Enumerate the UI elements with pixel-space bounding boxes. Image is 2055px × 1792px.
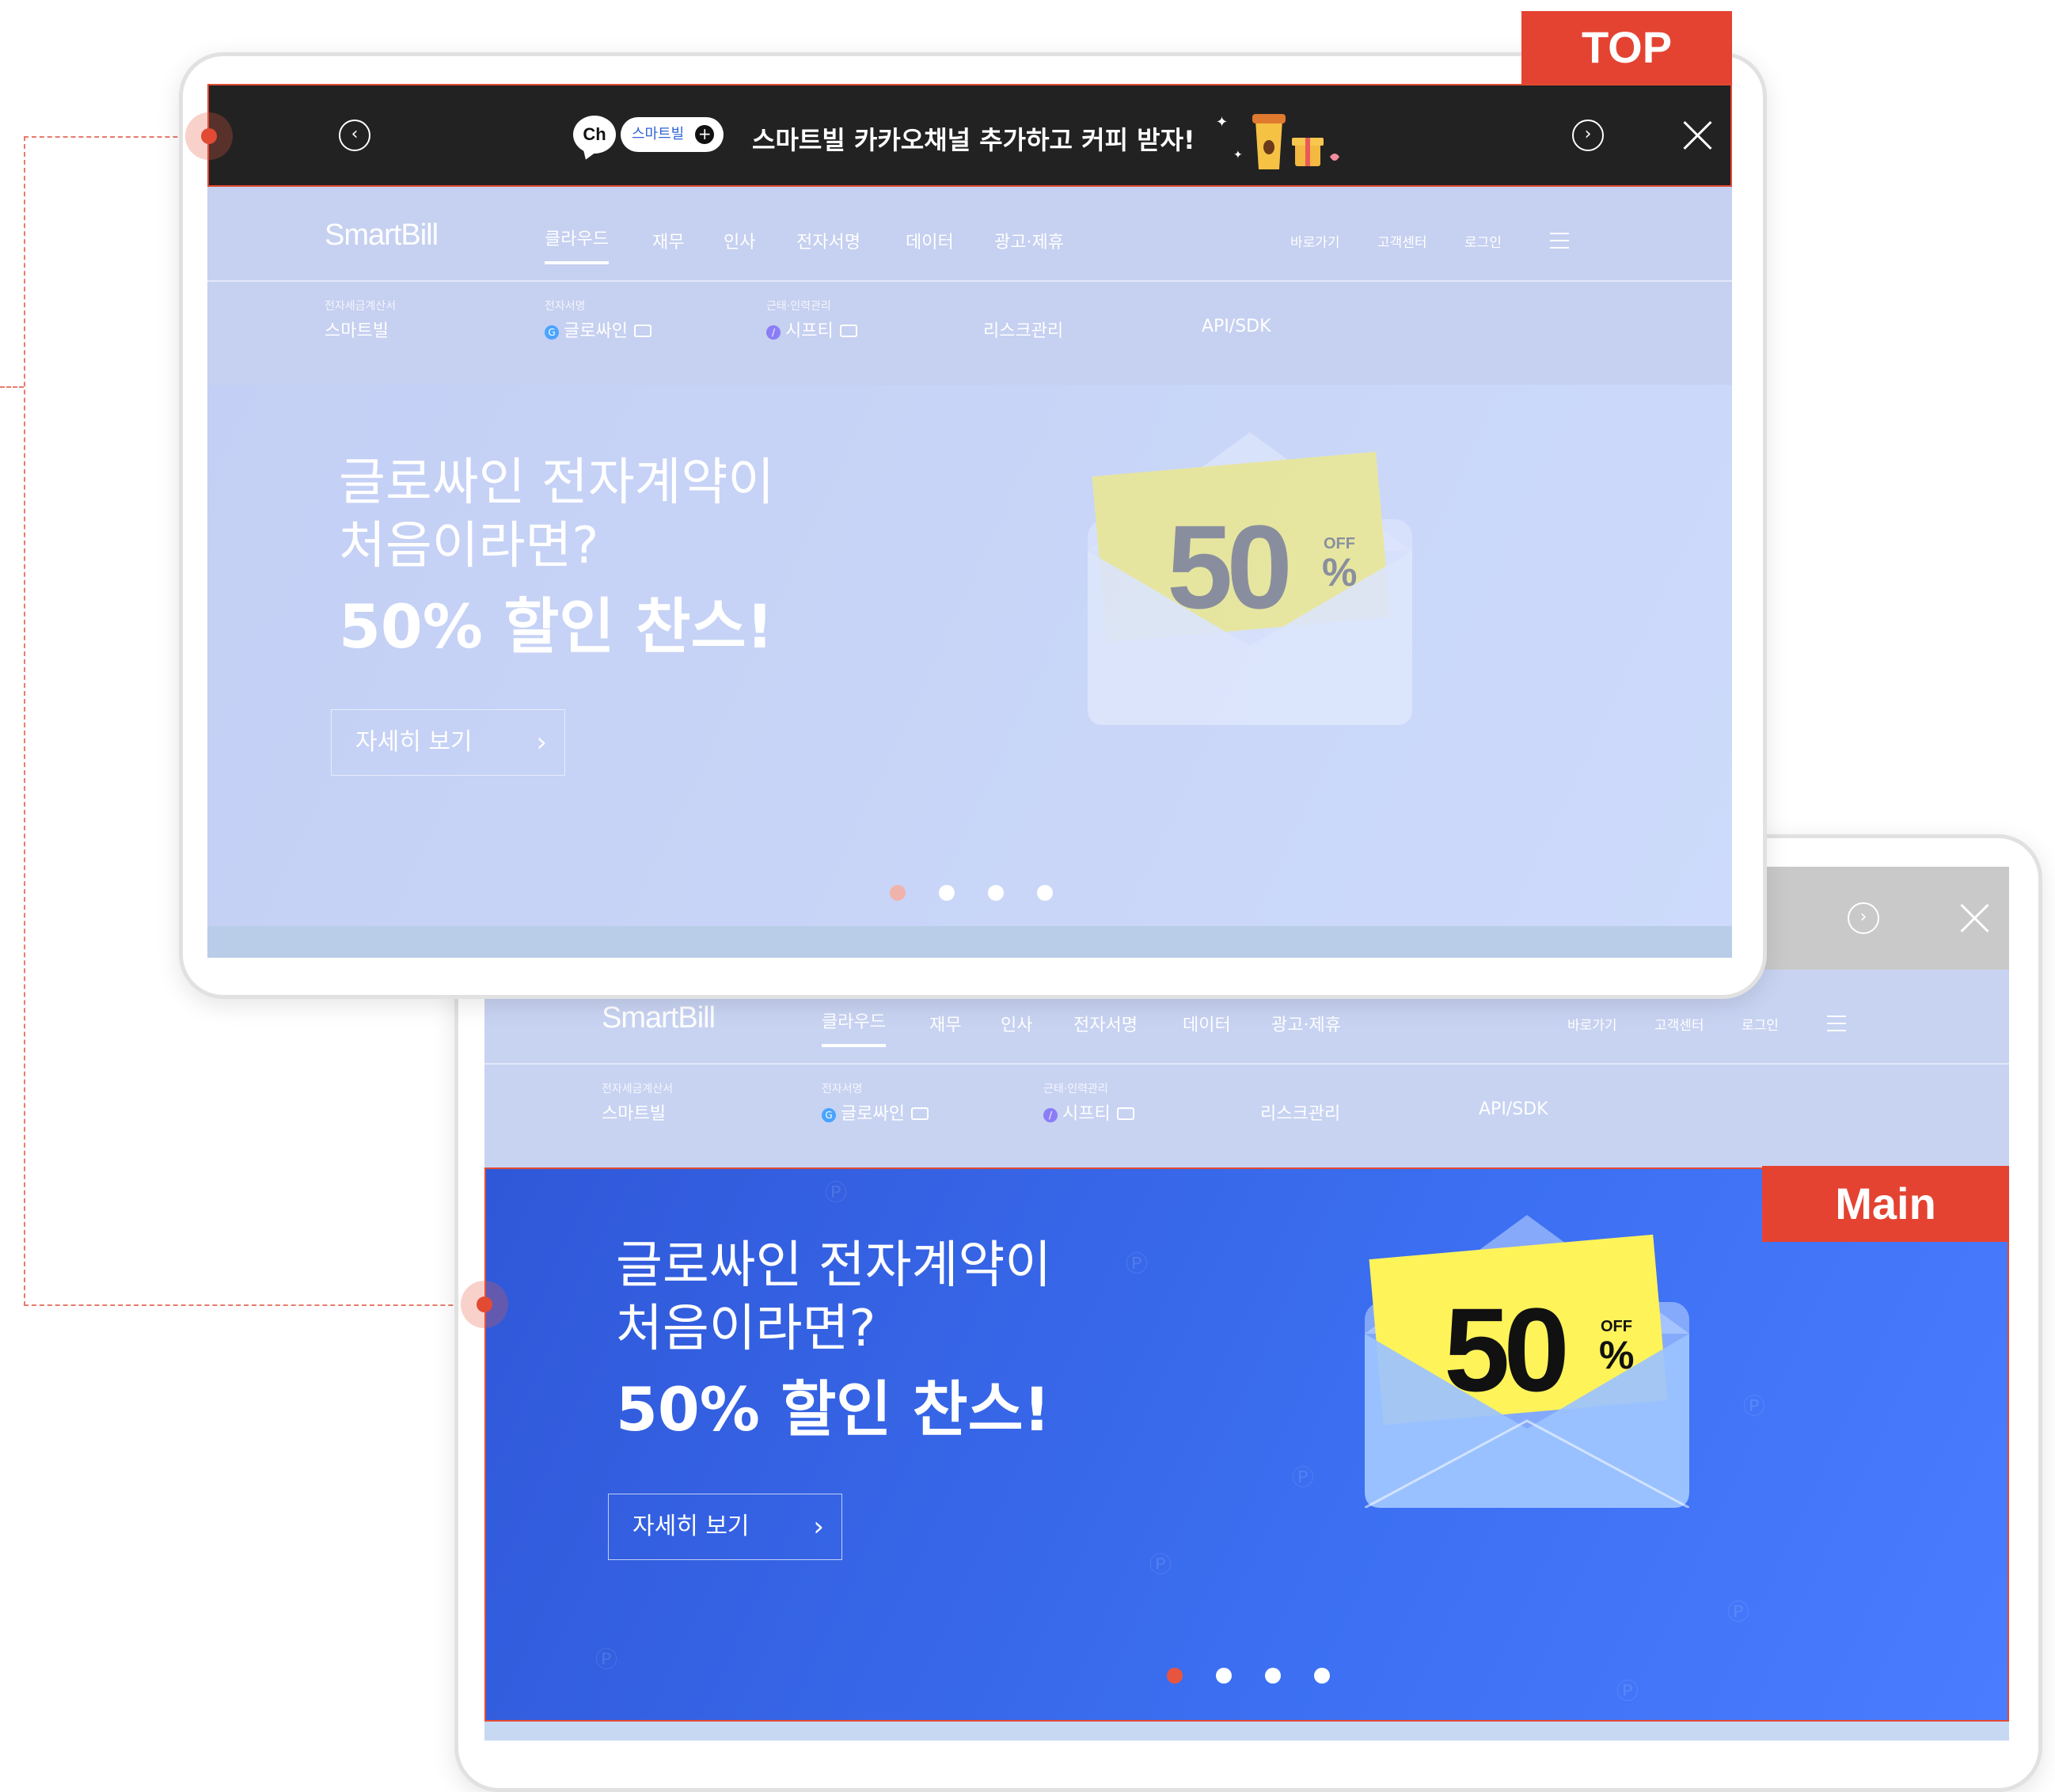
connector-stub [0, 386, 24, 388]
chevron-left-icon[interactable]: ‹ [339, 120, 370, 151]
nav-item-finance[interactable]: 재무 [652, 228, 684, 253]
carousel-dot-3[interactable] [988, 885, 1004, 901]
subnav-item-shiftee[interactable]: 근태·인력관리 / 시프티 [766, 298, 857, 342]
envelope-illustration: 50 OFF % [1365, 1215, 1689, 1508]
header-divider [207, 280, 1732, 282]
nav-item-ads[interactable]: 광고·제휴 [994, 228, 1064, 253]
svg-text:✦: ✦ [1216, 114, 1228, 131]
nav-item-esign[interactable]: 전자서명 [796, 228, 860, 253]
subnav-item-risk[interactable]: 리스크관리 [983, 313, 1063, 342]
marker-main [461, 1281, 508, 1328]
svg-text:✦: ✦ [1233, 149, 1243, 161]
shiftee-icon: / [766, 325, 781, 340]
subnav-item-smartbill[interactable]: 전자세금계산서 스마트빌 [602, 1080, 673, 1125]
subnav-item-glosign[interactable]: 전자서명 G 글로싸인 [822, 1080, 929, 1125]
util-support[interactable]: 고객센터 [1654, 1014, 1704, 1034]
nav-item-cloud[interactable]: 클라우드 [545, 225, 609, 264]
subnav-item-risk[interactable]: 리스크관리 [1260, 1096, 1340, 1125]
screen-top: ‹ Ch 스마트빌 + 스마트빌 카카오채널 추가하고 커피 받자! ✦ ✦ › … [207, 84, 1732, 958]
plus-icon: + [695, 125, 715, 144]
subnav-item-glosign[interactable]: 전자서명 G 글로싸인 [545, 298, 651, 342]
banner-text[interactable]: 스마트빌 카카오채널 추가하고 커피 받자! [752, 120, 1195, 157]
connector-line-main [24, 1304, 484, 1306]
nav-item-data[interactable]: 데이터 [906, 228, 954, 253]
util-login[interactable]: 로그인 [1742, 1014, 1779, 1034]
carousel-dot-4[interactable] [1037, 885, 1053, 901]
card-icon [910, 1107, 929, 1120]
hero-line-3: 50% 할인 찬스! [339, 591, 774, 662]
page-strip [207, 926, 1732, 958]
logo[interactable]: SmartBill [325, 218, 439, 252]
card-icon [839, 325, 857, 337]
chevron-right-icon[interactable]: › [1572, 120, 1604, 151]
logo[interactable]: SmartBill [602, 1001, 716, 1035]
site-header-faded: SmartBill 클라우드 재무 인사 전자서명 데이터 광고·제휴 바로가기… [484, 970, 2009, 1167]
nav-item-data[interactable]: 데이터 [1183, 1011, 1231, 1036]
envelope-front [1365, 1334, 1689, 1508]
carousel-dot-2[interactable] [939, 885, 955, 901]
glosign-icon: G [545, 325, 559, 340]
nav-item-hr[interactable]: 인사 [1001, 1011, 1032, 1036]
nav-item-ads[interactable]: 광고·제휴 [1271, 1011, 1341, 1036]
subnav-item-shiftee[interactable]: 근태·인력관리 / 시프티 [1043, 1080, 1134, 1125]
close-icon[interactable] [1681, 120, 1713, 151]
carousel-dot-3[interactable] [1265, 1668, 1281, 1684]
kakao-channel-icon: Ch [573, 116, 616, 154]
hero-line-1: 글로싸인 전자계약이 [616, 1236, 1052, 1295]
util-shortcut[interactable]: 바로가기 [1567, 1014, 1617, 1034]
connector-line-vertical [24, 136, 25, 1306]
carousel-dot-4[interactable] [1314, 1668, 1330, 1684]
subnav-item-smartbill[interactable]: 전자세금계산서 스마트빌 [325, 298, 396, 342]
coffee-gift-icon: ✦ ✦ [1216, 114, 1339, 169]
hero-line-1: 글로싸인 전자계약이 [339, 454, 775, 512]
envelope-front [1088, 551, 1412, 725]
subnav-item-api[interactable]: API/SDK [1202, 313, 1271, 336]
nav-item-finance[interactable]: 재무 [929, 1011, 961, 1036]
card-icon [633, 325, 651, 337]
hero-line-3: 50% 할인 찬스! [616, 1374, 1051, 1445]
header-divider [484, 1063, 2009, 1065]
page-strip [484, 1722, 2009, 1741]
util-login[interactable]: 로그인 [1464, 231, 1502, 251]
kakao-banner: ‹ Ch 스마트빌 + 스마트빌 카카오채널 추가하고 커피 받자! ✦ ✦ › [207, 84, 1732, 187]
smartbill-channel-pill[interactable]: 스마트빌 + [621, 117, 724, 152]
hamburger-icon[interactable] [1827, 1016, 1846, 1031]
carousel-dot-1[interactable] [1167, 1668, 1183, 1684]
chevron-right-icon: › [536, 727, 547, 758]
close-icon[interactable] [1958, 902, 1990, 934]
glosign-icon: G [822, 1108, 836, 1122]
label-main: Main [1762, 1166, 2009, 1242]
util-support[interactable]: 고객센터 [1377, 231, 1427, 251]
hero-line-2: 처음이라면? [339, 517, 599, 575]
details-button[interactable]: 자세히 보기 › [608, 1494, 842, 1560]
label-top: TOP [1521, 11, 1732, 84]
hamburger-icon[interactable] [1550, 233, 1569, 249]
chevron-right-icon[interactable]: › [1848, 902, 1879, 934]
shiftee-icon: / [1043, 1108, 1058, 1122]
hero-line-2: 처음이라면? [616, 1300, 876, 1358]
carousel-dot-1[interactable] [890, 885, 906, 901]
envelope-illustration: 50 OFF % [1088, 432, 1412, 725]
nav-item-hr[interactable]: 인사 [724, 228, 755, 253]
nav-item-esign[interactable]: 전자서명 [1073, 1011, 1138, 1036]
subnav-item-api[interactable]: API/SDK [1479, 1096, 1548, 1119]
util-shortcut[interactable]: 바로가기 [1290, 231, 1340, 251]
chevron-right-icon: › [813, 1511, 824, 1543]
details-button[interactable]: 자세히 보기 › [331, 709, 565, 776]
marker-top [185, 112, 233, 160]
card-icon [1116, 1107, 1134, 1120]
nav-item-cloud[interactable]: 클라우드 [822, 1008, 886, 1047]
carousel-dot-2[interactable] [1216, 1668, 1232, 1684]
site-header-faded: SmartBill 클라우드 재무 인사 전자서명 데이터 광고·제휴 바로가기… [207, 187, 1732, 385]
